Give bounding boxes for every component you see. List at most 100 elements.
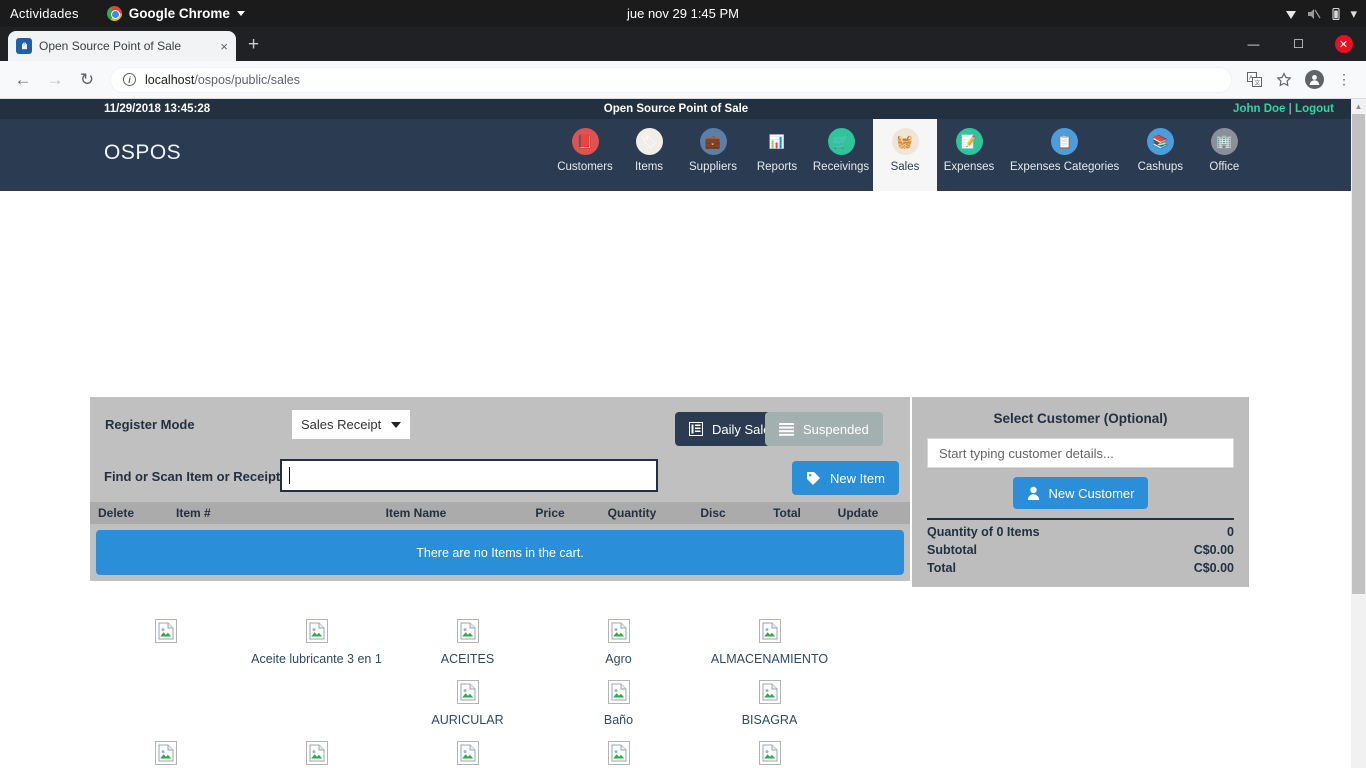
logout-link[interactable]: Logout — [1295, 103, 1334, 115]
scan-label: Find or Scan Item or Receipt — [104, 469, 280, 484]
category-item[interactable]: Baño — [543, 668, 694, 729]
broken-image-icon — [608, 619, 630, 643]
category-item[interactable]: AURICULAR — [392, 668, 543, 729]
customer-search-input[interactable]: Start typing customer details... — [927, 438, 1234, 468]
broken-image-icon — [759, 741, 781, 765]
category-item[interactable]: Agro — [543, 607, 694, 668]
category-label: AURICULAR — [431, 711, 503, 729]
category-label: Baño — [604, 711, 633, 729]
minimize-button[interactable]: — — [1231, 27, 1276, 61]
category-item[interactable]: BISAGRA — [694, 668, 845, 729]
app-title: Open Source Point of Sale — [604, 103, 748, 115]
system-tray[interactable]: ▾ — [1284, 7, 1357, 21]
ospos-page: 11/29/2018 13:45:28 Open Source Point of… — [0, 99, 1352, 768]
maximize-button[interactable]: ☐ — [1276, 27, 1321, 61]
chevron-down-icon — [391, 422, 401, 428]
scan-input[interactable] — [280, 459, 658, 492]
bookmark-star-icon[interactable] — [1270, 66, 1298, 94]
category-item[interactable]: CARGADOR — [90, 729, 241, 768]
brand-logo[interactable]: OSPOS — [104, 141, 181, 165]
user-session: John Doe | Logout — [1233, 103, 1334, 115]
price-tag-icon: 🏷 — [636, 128, 663, 155]
browser-tab[interactable]: Open Source Point of Sale × — [8, 31, 236, 61]
nav-item-expenses-categories[interactable]: 📋Expenses Categories — [1001, 119, 1128, 191]
nav-item-label: Expenses Categories — [1010, 161, 1119, 173]
category-item[interactable]: ACEITES — [392, 607, 543, 668]
clock[interactable]: jue nov 29 1:45 PM — [627, 6, 739, 21]
site-info-icon[interactable]: i — [123, 73, 136, 86]
books-icon: 📚 — [1147, 128, 1174, 155]
cart-column-header: Quantity — [590, 506, 674, 520]
text-caret — [289, 467, 290, 484]
username-link[interactable]: John Doe — [1233, 103, 1285, 115]
broken-image-icon — [608, 741, 630, 765]
new-customer-button[interactable]: New Customer — [1013, 477, 1148, 509]
register-panel: Register Mode Sales Receipt Daily Sales … — [90, 397, 910, 581]
server-datetime: 11/29/2018 13:45:28 — [104, 103, 210, 115]
nav-item-expenses[interactable]: 📝Expenses — [937, 119, 1001, 191]
profile-avatar-icon[interactable] — [1300, 66, 1328, 94]
activities-button[interactable]: Actividades — [10, 6, 79, 21]
broken-image-icon — [759, 619, 781, 643]
category-item[interactable]: COVER — [694, 729, 845, 768]
report-list-icon — [689, 422, 703, 436]
page-viewport: 11/29/2018 13:45:28 Open Source Point of… — [0, 99, 1366, 768]
category-item[interactable]: Clavos — [392, 729, 543, 768]
scroll-up-icon[interactable]: ▲ — [1351, 99, 1366, 114]
category-item[interactable] — [90, 607, 241, 668]
person-icon — [1027, 486, 1040, 500]
nav-item-list: 📕Customers🏷Items💼Suppliers📊Reports🛒Recei… — [553, 119, 1256, 191]
app-menu-label: Google Chrome — [129, 6, 230, 21]
category-item[interactable]: ALMACENAMIENTO — [694, 607, 845, 668]
nav-item-suppliers[interactable]: 💼Suppliers — [681, 119, 745, 191]
browser-tab-strip: Open Source Point of Sale × + — ☐ ✕ — [0, 27, 1366, 61]
new-item-label: New Item — [830, 471, 885, 486]
register-mode-select[interactable]: Sales Receipt — [292, 410, 410, 439]
broken-image-icon — [457, 619, 479, 643]
category-label: ALMACENAMIENTO — [711, 650, 828, 668]
reload-button[interactable]: ↻ — [72, 65, 102, 95]
cart-column-header: Delete — [90, 506, 162, 520]
close-window-button[interactable]: ✕ — [1321, 27, 1366, 61]
total-label: Total — [927, 559, 956, 577]
nav-item-label: Suppliers — [689, 161, 737, 173]
suspended-label: Suspended — [803, 422, 869, 437]
nav-item-label: Office — [1209, 161, 1239, 173]
nav-item-items[interactable]: 🏷Items — [617, 119, 681, 191]
cart-column-header: Update — [822, 506, 894, 520]
suspended-button[interactable]: Suspended — [765, 412, 883, 446]
chrome-menu-icon[interactable]: ⋮ — [1330, 66, 1358, 94]
nav-item-label: Customers — [557, 161, 613, 173]
category-item[interactable]: Construccion — [543, 729, 694, 768]
total-row: SubtotalC$0.00 — [927, 541, 1234, 559]
category-item[interactable]: Carpinteria — [241, 729, 392, 768]
new-tab-button[interactable]: + — [248, 34, 259, 56]
scrollbar-thumb[interactable] — [1352, 114, 1365, 594]
nav-item-reports[interactable]: 📊Reports — [745, 119, 809, 191]
close-icon[interactable]: × — [220, 40, 228, 53]
category-item[interactable]: Aceite lubricante 3 en 1 — [241, 607, 392, 668]
forward-button[interactable]: → — [40, 65, 70, 95]
nav-item-sales[interactable]: 🧺Sales — [873, 119, 937, 191]
translate-icon[interactable]: A文 — [1240, 66, 1268, 94]
address-bar[interactable]: i localhost/ospos/public/sales — [110, 67, 1232, 93]
cart-table-header: DeleteItem #Item NamePriceQuantityDiscTo… — [90, 502, 910, 524]
new-item-button[interactable]: New Item — [792, 461, 899, 495]
chevron-down-icon — [237, 11, 245, 16]
back-button[interactable]: ← — [8, 65, 38, 95]
nav-item-receivings[interactable]: 🛒Receivings — [809, 119, 873, 191]
page-scrollbar[interactable]: ▲ — [1351, 99, 1366, 768]
ospos-favicon — [16, 38, 32, 54]
sales-content: Register Mode Sales Receipt Daily Sales … — [0, 191, 1352, 768]
total-row: TotalC$0.00 — [927, 559, 1234, 577]
broken-image-icon — [155, 619, 177, 643]
customer-panel: Select Customer (Optional) Start typing … — [912, 397, 1249, 587]
nav-item-customers[interactable]: 📕Customers — [553, 119, 617, 191]
broken-image-icon — [306, 619, 328, 643]
nav-item-cashups[interactable]: 📚Cashups — [1128, 119, 1192, 191]
category-label: Agro — [605, 650, 631, 668]
nav-item-office[interactable]: 🏢Office — [1192, 119, 1256, 191]
app-menu-button[interactable]: Google Chrome — [107, 6, 245, 21]
customer-search-placeholder: Start typing customer details... — [939, 446, 1114, 461]
gnome-top-bar: Actividades Google Chrome jue nov 29 1:4… — [0, 0, 1366, 27]
